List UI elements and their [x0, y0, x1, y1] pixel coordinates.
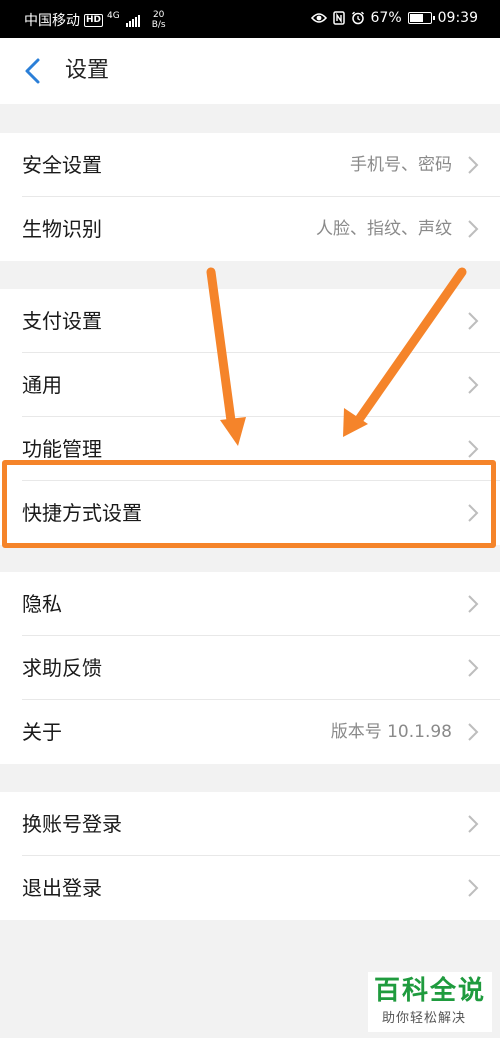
chevron-right-icon [468, 156, 479, 174]
nfc-icon [332, 11, 345, 25]
row-biometrics[interactable]: 生物识别 人脸、指纹、声纹 [0, 197, 500, 261]
row-label: 生物识别 [22, 217, 102, 241]
eye-comfort-icon [310, 13, 327, 23]
highlight-box [2, 460, 496, 548]
chevron-right-icon [468, 312, 479, 330]
settings-group-account-security: 安全设置 手机号、密码 生物识别 人脸、指纹、声纹 [0, 133, 500, 261]
title-bar: 设置 [0, 38, 500, 104]
row-label: 退出登录 [22, 876, 102, 900]
row-logout[interactable]: 退出登录 [0, 856, 500, 920]
row-about[interactable]: 关于 版本号 10.1.98 [0, 700, 500, 764]
chevron-right-icon [468, 659, 479, 677]
chevron-right-icon [468, 815, 479, 833]
chevron-right-icon [468, 376, 479, 394]
chevron-right-icon [468, 723, 479, 741]
chevron-right-icon [468, 879, 479, 897]
row-label: 通用 [22, 373, 62, 397]
settings-group-support: 隐私 求助反馈 关于 版本号 10.1.98 [0, 572, 500, 764]
signal-icon [125, 14, 140, 27]
speed-value: 20 [152, 10, 165, 20]
row-switch-account[interactable]: 换账号登录 [0, 792, 500, 856]
clock: 09:39 [437, 10, 478, 26]
watermark-subtitle: 助你轻松解决 [382, 1011, 467, 1026]
chevron-right-icon [468, 440, 479, 458]
row-value: 人脸、指纹、声纹 [316, 219, 452, 239]
alarm-icon [351, 11, 364, 25]
network-type: 4G [107, 11, 120, 21]
row-label: 支付设置 [22, 309, 102, 333]
speed-unit: B/s [151, 20, 166, 30]
row-label: 换账号登录 [22, 812, 122, 836]
battery-percent: 67% [370, 10, 402, 26]
row-value: 版本号 10.1.98 [330, 722, 452, 742]
battery-icon [407, 12, 435, 24]
row-label: 安全设置 [22, 153, 102, 177]
settings-group-account: 换账号登录 退出登录 [0, 792, 500, 920]
chevron-right-icon [468, 595, 479, 613]
row-value: 手机号、密码 [350, 155, 452, 175]
battery-fill [409, 14, 423, 22]
watermark-title: 百科全说 [374, 976, 487, 1006]
row-label: 关于 [22, 720, 62, 744]
chevron-right-icon [468, 220, 479, 238]
network-speed: 20 B/s [152, 10, 166, 30]
row-security-settings[interactable]: 安全设置 手机号、密码 [0, 133, 500, 197]
row-privacy[interactable]: 隐私 [0, 572, 500, 636]
row-label: 隐私 [22, 592, 62, 616]
hd-badge: HD [84, 13, 104, 27]
row-payment-settings[interactable]: 支付设置 [0, 289, 500, 353]
row-label: 求助反馈 [22, 656, 102, 680]
row-help-feedback[interactable]: 求助反馈 [0, 636, 500, 700]
carrier-name: 中国移动 [24, 13, 80, 29]
back-arrow-icon[interactable] [20, 56, 46, 86]
row-general[interactable]: 通用 [0, 353, 500, 417]
watermark-logo: 百科全说 助你轻松解决 [368, 972, 492, 1032]
status-bar: 中国移动 HD 4G 20 B/s 67% 09:39 [0, 0, 500, 38]
page-title: 设置 [65, 58, 110, 83]
